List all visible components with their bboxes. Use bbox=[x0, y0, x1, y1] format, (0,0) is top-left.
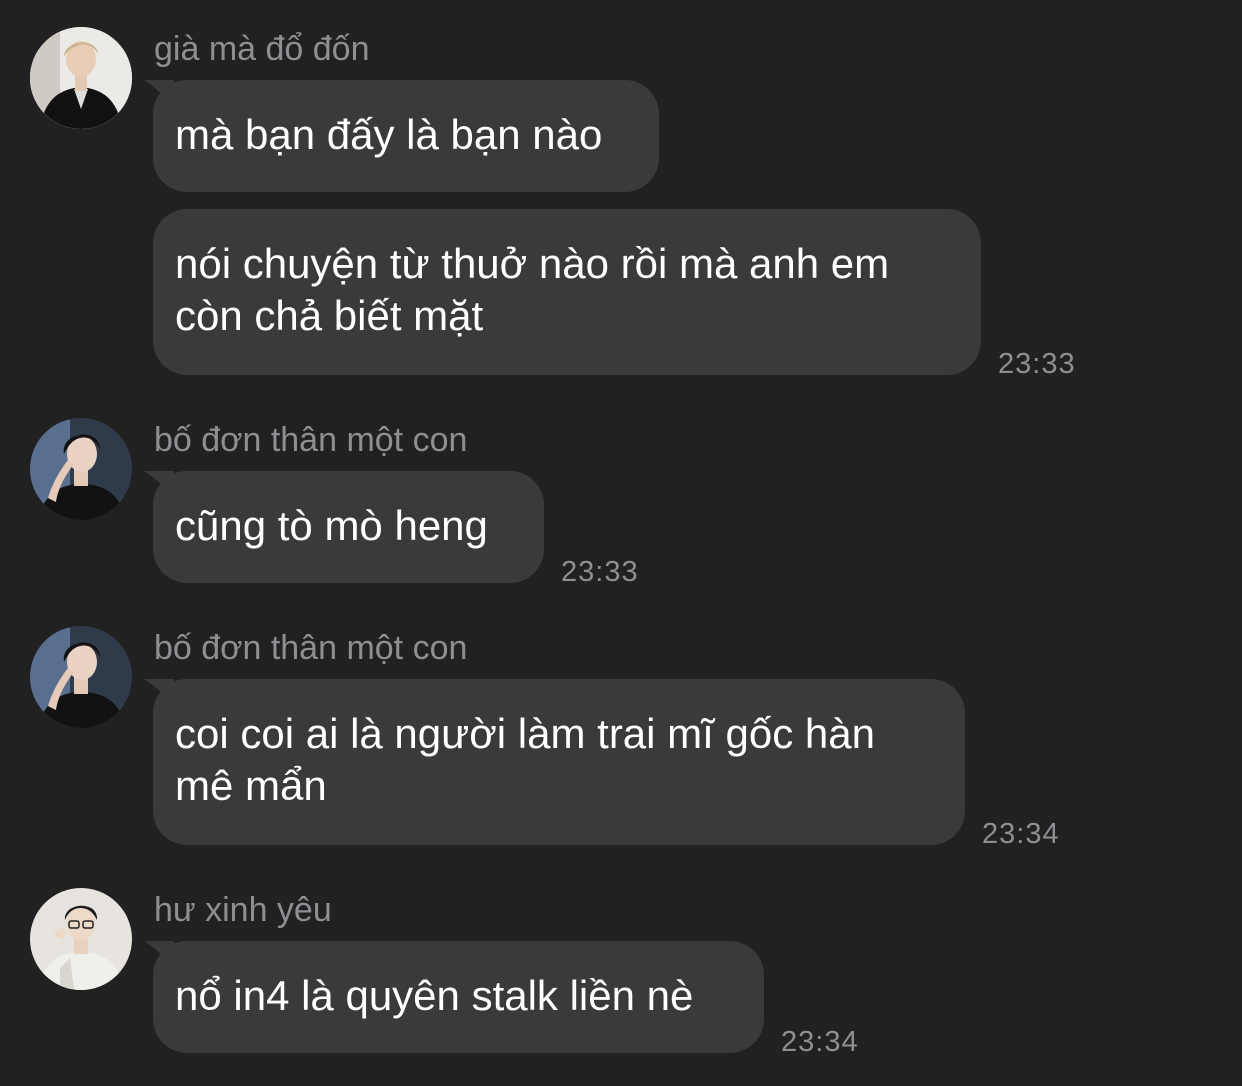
message-bubble[interactable]: cũng tò mò heng bbox=[144, 471, 544, 583]
bubble-tail-icon bbox=[144, 941, 174, 967]
avatar-photo-man-hand-on-face-icon bbox=[30, 418, 132, 520]
sender-avatar[interactable] bbox=[30, 27, 132, 129]
sender-name: bố đơn thân một con bbox=[154, 421, 468, 459]
bubble-tail-icon bbox=[144, 679, 174, 705]
message-timestamp: 23:33 bbox=[561, 556, 639, 588]
message-bubble[interactable]: coi coi ai là người làm trai mĩ gốc hàn … bbox=[144, 679, 965, 845]
message-text: coi coi ai là người làm trai mĩ gốc hàn … bbox=[175, 710, 875, 809]
sender-avatar[interactable] bbox=[30, 418, 132, 520]
message-bubble[interactable]: nổ in4 là quyên stalk liền nè bbox=[144, 941, 764, 1053]
message-bubble[interactable]: nói chuyện từ thuở nào rồi mà anh em còn… bbox=[153, 209, 981, 375]
avatar-photo-man-hand-on-face-icon bbox=[30, 626, 132, 728]
bubble-tail-icon bbox=[144, 80, 174, 106]
sender-avatar[interactable] bbox=[30, 888, 132, 990]
message-text: cũng tò mò heng bbox=[175, 502, 488, 549]
message-bubble[interactable]: mà bạn đấy là bạn nào bbox=[144, 80, 659, 192]
sender-avatar[interactable] bbox=[30, 626, 132, 728]
message-text: mà bạn đấy là bạn nào bbox=[175, 111, 603, 158]
bubble-tail-icon bbox=[144, 471, 174, 497]
message-timestamp: 23:34 bbox=[781, 1026, 859, 1058]
sender-name: già mà đổ đốn bbox=[154, 30, 370, 68]
sender-name: bố đơn thân một con bbox=[154, 629, 468, 667]
message-timestamp: 23:33 bbox=[998, 348, 1076, 380]
message-timestamp: 23:34 bbox=[982, 818, 1060, 850]
avatar-photo-man-black-jacket-icon bbox=[30, 27, 132, 129]
message-text: nổ in4 là quyên stalk liền nè bbox=[175, 972, 694, 1019]
avatar-photo-boy-glasses-white-jacket-icon bbox=[30, 888, 132, 990]
sender-name: hư xinh yêu bbox=[154, 891, 332, 929]
message-text: nói chuyện từ thuở nào rồi mà anh em còn… bbox=[175, 240, 890, 339]
